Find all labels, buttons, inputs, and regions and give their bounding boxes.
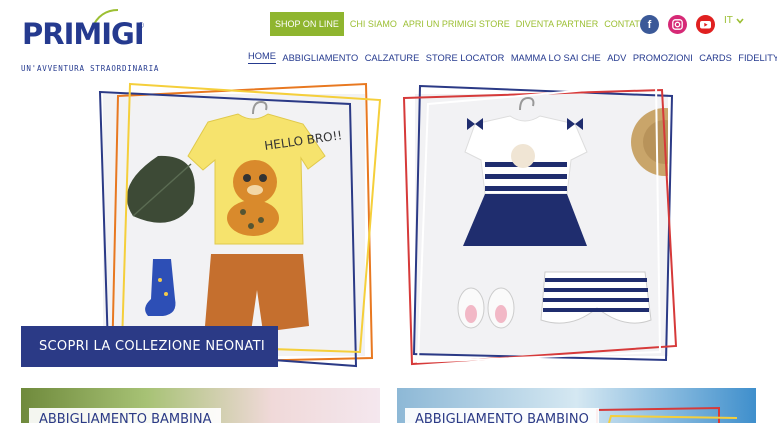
nav-fidelity-card[interactable]: FIDELITY CARD bbox=[738, 53, 777, 63]
top-link-apri-store[interactable]: APRI UN PRIMIGI STORE bbox=[403, 19, 510, 29]
registered-mark: ® bbox=[138, 21, 144, 30]
instagram-icon[interactable] bbox=[668, 15, 687, 34]
nav-promozioni[interactable]: PROMOZIONI bbox=[633, 53, 693, 63]
main-nav: HOME ABBIGLIAMENTO CALZATURE STORE LOCAT… bbox=[248, 51, 777, 64]
nav-mamma-lo-sai-che[interactable]: MAMMA LO SAI CHE bbox=[511, 53, 601, 63]
chevron-down-icon bbox=[736, 17, 744, 24]
scopri-collezione-neonati-button[interactable]: SCOPRI LA COLLEZIONE NEONATI bbox=[21, 326, 278, 367]
tile-abbigliamento-bambina[interactable]: ABBIGLIAMENTO BAMBINA bbox=[21, 388, 380, 423]
tile-label-bambino: ABBIGLIAMENTO BAMBINO bbox=[405, 408, 599, 423]
nav-store-locator[interactable]: STORE LOCATOR bbox=[426, 53, 505, 63]
tile-label-bambina: ABBIGLIAMENTO BAMBINA bbox=[29, 408, 222, 423]
language-label: IT bbox=[724, 15, 733, 26]
top-nav: SHOP ON LINE CHI SIAMO APRI UN PRIMIGI S… bbox=[270, 12, 648, 36]
tile-abbigliamento-bambino[interactable]: ABBIGLIAMENTO BAMBINO bbox=[397, 388, 756, 423]
logo-wordmark: PRIMIGI bbox=[22, 17, 145, 51]
boy-outfit-illustration: HELLO BRO!! bbox=[126, 100, 343, 332]
nav-calzature[interactable]: CALZATURE bbox=[365, 53, 420, 63]
shop-online-button[interactable]: SHOP ON LINE bbox=[270, 12, 344, 36]
girl-outfit-illustration bbox=[457, 96, 668, 329]
top-link-diventa-partner[interactable]: DIVENTA PARTNER bbox=[516, 19, 599, 29]
primigi-logo[interactable]: PRIMIGI ® UN'AVVENTURA STRAORDINARIA bbox=[20, 8, 158, 78]
nav-cards[interactable]: CARDS bbox=[699, 53, 732, 63]
logo-tagline: UN'AVVENTURA STRAORDINARIA bbox=[21, 64, 160, 73]
hero-image-girl-outfit[interactable] bbox=[415, 94, 668, 356]
youtube-icon[interactable] bbox=[696, 15, 715, 34]
hero-image-boy-outfit[interactable]: HELLO BRO!! bbox=[103, 94, 365, 356]
nav-abbigliamento[interactable]: ABBIGLIAMENTO bbox=[282, 53, 358, 63]
language-selector[interactable]: IT bbox=[724, 15, 744, 26]
facebook-icon[interactable]: f bbox=[640, 15, 659, 34]
nav-home[interactable]: HOME bbox=[248, 51, 276, 64]
nav-adv[interactable]: ADV bbox=[607, 53, 626, 63]
top-link-chi-siamo[interactable]: CHI SIAMO bbox=[350, 19, 397, 29]
